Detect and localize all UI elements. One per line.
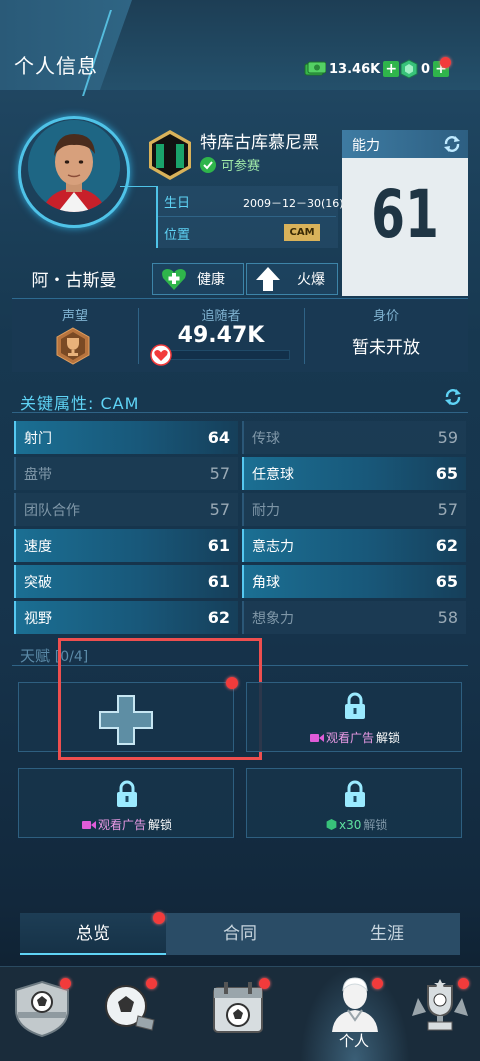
lock-icon xyxy=(345,780,365,807)
player-name: 阿・古斯曼 xyxy=(31,271,117,291)
nav-dot xyxy=(60,978,71,989)
attribute-name: 团队合作 xyxy=(24,502,80,519)
attribute-row[interactable]: 突破 61 xyxy=(14,565,238,598)
currency-value: 13.46K xyxy=(329,61,381,77)
attribute-row[interactable]: 传球 59 xyxy=(242,421,466,454)
nav-dot xyxy=(458,978,469,989)
lock-icon xyxy=(345,692,365,719)
talent-notification-dot xyxy=(226,677,238,689)
page-title: 个人信息 xyxy=(14,54,98,78)
attribute-value: 65 xyxy=(435,572,458,591)
attribute-value: 65 xyxy=(435,464,458,483)
add-currency-icon[interactable]: + xyxy=(383,61,400,77)
watch-ad-unlock[interactable]: 观看广告 解锁 xyxy=(82,816,172,833)
currency-display[interactable]: 13.46K + xyxy=(304,58,400,80)
birth-value: 2009－12－30(16) xyxy=(243,197,344,210)
attribute-row[interactable]: 盘带 57 xyxy=(14,457,238,490)
info-divider xyxy=(158,216,336,217)
player-portrait xyxy=(28,120,120,212)
team-crest-icon[interactable] xyxy=(146,128,194,182)
worth-value: 暂未开放 xyxy=(352,338,420,358)
form-arrow-icon xyxy=(256,267,280,291)
attribute-value: 57 xyxy=(209,500,230,519)
attribute-name: 意志力 xyxy=(252,538,294,555)
attribute-name: 传球 xyxy=(252,430,280,447)
attribute-name: 突破 xyxy=(24,574,52,591)
tab-overview[interactable]: 总览 xyxy=(20,913,166,955)
check-icon xyxy=(200,156,216,173)
birth-label: 生日 xyxy=(164,196,191,211)
form-tag[interactable]: 火爆 xyxy=(246,263,338,295)
attribute-row[interactable]: 耐力 57 xyxy=(242,493,466,526)
cash-icon xyxy=(304,61,326,76)
position-badge: CAM xyxy=(284,224,320,241)
eligibility-status: 可参赛 xyxy=(200,155,260,174)
attribute-row[interactable]: 角球 65 xyxy=(242,565,466,598)
attribute-row[interactable]: 团队合作 57 xyxy=(14,493,238,526)
tab-career[interactable]: 生涯 xyxy=(314,913,460,955)
worth-label: 身价 xyxy=(372,309,399,324)
gem-icon xyxy=(326,819,337,830)
attribute-row[interactable]: 射门 64 xyxy=(14,421,238,454)
nav-player-label: 个人 xyxy=(338,1032,369,1050)
tab-notification-dot xyxy=(153,912,165,924)
attributes-divider xyxy=(12,412,468,413)
attribute-value: 64 xyxy=(207,428,230,447)
attribute-row[interactable]: 任意球 65 xyxy=(242,457,466,490)
attribute-name: 速度 xyxy=(24,538,52,555)
attribute-name: 视野 xyxy=(24,610,52,627)
attribute-row[interactable]: 意志力 62 xyxy=(242,529,466,562)
lock-icon xyxy=(117,780,137,807)
attribute-value: 57 xyxy=(437,500,458,519)
eligibility-label: 可参赛 xyxy=(221,159,261,174)
health-icon xyxy=(162,269,186,290)
gem-icon xyxy=(400,59,418,79)
talent-label: 天赋 xyxy=(20,647,51,665)
video-icon xyxy=(82,820,96,829)
followers-progress-bar xyxy=(160,350,290,360)
attributes-refresh-icon[interactable] xyxy=(443,388,463,406)
gem-value: 0 xyxy=(421,61,431,77)
avatar[interactable] xyxy=(28,120,120,212)
video-icon xyxy=(310,733,324,742)
refresh-icon[interactable] xyxy=(442,135,462,153)
watch-ad-unlock[interactable]: 观看广告 解锁 xyxy=(310,729,400,746)
attribute-row[interactable]: 速度 61 xyxy=(14,529,238,562)
nav-dot xyxy=(146,978,157,989)
attribute-name: 耐力 xyxy=(252,502,280,519)
attribute-row[interactable]: 视野 62 xyxy=(14,601,238,634)
health-label: 健康 xyxy=(197,272,225,288)
ability-label: 能力 xyxy=(352,138,380,154)
attribute-value: 58 xyxy=(437,608,458,627)
attribute-value: 57 xyxy=(209,464,230,483)
tab-contract[interactable]: 合同 xyxy=(167,913,313,955)
team-name: 特库古库慕尼黑 xyxy=(200,133,319,153)
connector-line xyxy=(120,186,156,187)
attribute-value: 59 xyxy=(437,428,458,447)
attribute-value: 61 xyxy=(207,536,230,555)
attribute-name: 任意球 xyxy=(252,466,294,483)
reputation-label: 声望 xyxy=(61,309,88,324)
followers-label: 追随者 xyxy=(201,309,241,324)
attribute-name: 想象力 xyxy=(252,610,294,627)
nav-dot xyxy=(259,978,270,989)
trophy-badge-icon[interactable] xyxy=(56,327,90,365)
attribute-name: 角球 xyxy=(252,574,280,591)
health-tag[interactable]: 健康 xyxy=(152,263,244,295)
attribute-value: 61 xyxy=(207,572,230,591)
nav-dot xyxy=(372,978,383,989)
attribute-value: 62 xyxy=(435,536,458,555)
notification-dot xyxy=(440,57,451,68)
attribute-name: 盘带 xyxy=(24,466,52,483)
position-label: 位置 xyxy=(164,228,191,243)
attribute-value: 62 xyxy=(207,608,230,627)
attributes-title: 关键属性: CAM xyxy=(20,394,140,413)
ability-value: 61 xyxy=(371,176,439,253)
heart-icon xyxy=(150,344,172,366)
attribute-name: 射门 xyxy=(24,430,52,447)
attribute-row[interactable]: 想象力 58 xyxy=(242,601,466,634)
highlight-box xyxy=(58,638,262,760)
gem-unlock[interactable]: x30 解锁 xyxy=(326,816,387,833)
form-label: 火爆 xyxy=(297,272,325,288)
